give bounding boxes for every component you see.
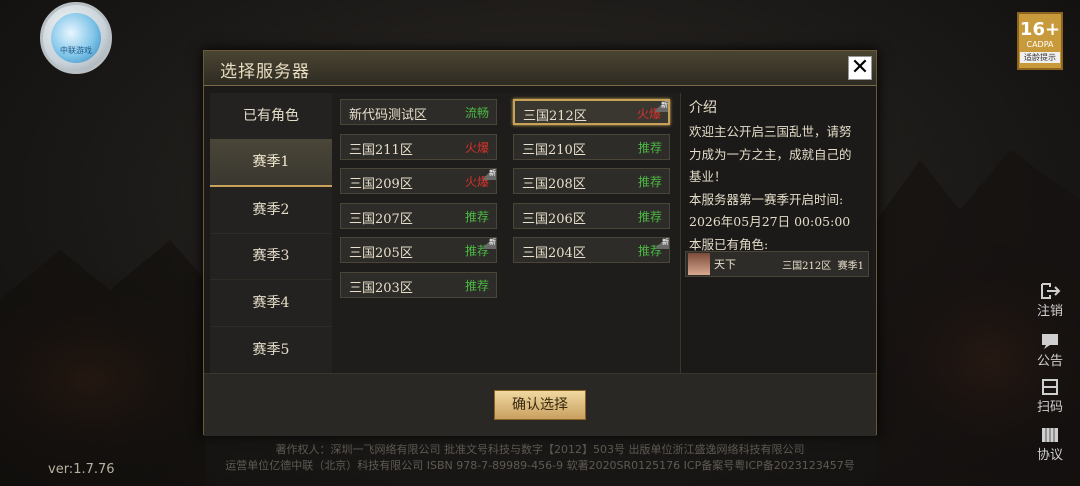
info-line: 本服务器第一赛季开启时间:: [689, 191, 844, 207]
info-line: 2026年05月27日 00:05:00: [689, 214, 851, 229]
character-server: 三国212区 赛季1: [782, 257, 864, 272]
age-rating-badge[interactable]: 16+ CADPA 适龄提示: [1017, 12, 1063, 70]
server-item[interactable]: 三国207区 推荐: [340, 202, 497, 229]
server-item[interactable]: 三国211区 火爆: [340, 133, 497, 160]
server-status: 推荐: [637, 175, 662, 190]
dialog-footer: 确认选择: [204, 373, 876, 436]
tab-season-5[interactable]: 赛季5: [210, 327, 332, 374]
new-tag-icon: 新: [656, 238, 669, 250]
new-tag-icon: 新: [483, 169, 496, 181]
character-server-name: 三国212区: [782, 261, 832, 272]
confirm-button[interactable]: 确认选择: [494, 390, 586, 420]
new-tag-icon: 新: [655, 101, 668, 112]
server-name: 三国212区: [523, 109, 587, 124]
game-logo: 中联游戏: [40, 2, 112, 74]
server-item[interactable]: 三国203区 推荐: [340, 272, 497, 298]
logout-icon: [1041, 283, 1061, 299]
server-status: 推荐: [637, 209, 662, 224]
character-avatar: [688, 253, 710, 275]
tab-existing-roles[interactable]: 已有角色: [210, 93, 332, 140]
copyright-line-1: 著作权人：深圳一飞网络有限公司 批准文号科技与数字【2012】503号 出版单位…: [275, 443, 805, 456]
new-tag-icon: 新: [483, 238, 496, 250]
age-rating-value: 16+: [1019, 19, 1061, 40]
tab-season-2[interactable]: 赛季2: [210, 187, 332, 234]
info-line: 欢迎主公开启三国乱世，请努: [689, 124, 852, 139]
dialog-title: 选择服务器: [220, 62, 310, 82]
info-description: 欢迎主公开启三国乱世，请努 力成为一方之主，成就自己的 基业！ 本服务器第一赛季…: [689, 121, 869, 256]
server-name: 三国211区: [349, 142, 413, 158]
notice-label: 公告: [1036, 354, 1063, 369]
server-name: 三国210区: [522, 142, 586, 158]
server-name: 三国203区: [349, 281, 413, 296]
server-grid: 新代码测试区 流畅 三国211区 火爆 三国209区 火爆新三国207区 推荐 三国205区推…: [332, 93, 680, 373]
server-status: 推荐: [637, 140, 662, 155]
server-name: 新代码测试区: [349, 108, 428, 123]
server-name: 三国209区: [349, 177, 413, 193]
scan-icon: [1042, 379, 1058, 395]
server-select-dialog: 选择服务器 ✕ 已有角色 赛季1 赛季2 赛季3 赛季4 赛季5 新代码测试区 流…: [203, 50, 877, 436]
character-name: 天下: [714, 258, 736, 271]
character-season: 赛季1: [837, 261, 864, 272]
server-name: 三国205区: [349, 246, 413, 262]
season-tab-list: 已有角色 赛季1 赛季2 赛季3 赛季4 赛季5: [210, 93, 333, 374]
server-name: 三国206区: [522, 211, 586, 227]
info-title: 介绍: [689, 100, 717, 116]
server-item[interactable]: 三国204区 推荐新: [513, 237, 670, 264]
server-name: 三国204区: [522, 246, 586, 262]
logo-text: 中联游戏: [60, 46, 92, 55]
tab-season-1[interactable]: 赛季1: [210, 139, 332, 187]
age-rating-org: CADPA: [1026, 40, 1054, 49]
dialog-header: 选择服务器 ✕: [204, 51, 876, 86]
server-status: 推荐: [464, 279, 489, 293]
server-item[interactable]: 三国209区 火爆新: [340, 168, 497, 195]
server-item[interactable]: 三国212区 火爆新: [513, 99, 670, 125]
info-line: 基业！: [689, 169, 727, 184]
tab-season-3[interactable]: 赛季3: [210, 233, 332, 280]
server-item[interactable]: 三国206区 推荐: [513, 202, 670, 229]
scan-button[interactable]: 扫码: [1030, 378, 1070, 415]
notice-button[interactable]: 公告: [1030, 332, 1070, 369]
existing-character-row[interactable]: 天下 三国212区 赛季1: [685, 251, 869, 277]
close-icon: ✕: [850, 55, 870, 80]
server-status: 火爆: [464, 140, 489, 155]
server-status: 推荐: [464, 209, 489, 224]
logout-button[interactable]: 注销: [1030, 282, 1070, 319]
logout-label: 注销: [1036, 304, 1063, 319]
server-status: 流畅: [464, 106, 489, 120]
scan-label: 扫码: [1036, 400, 1063, 415]
age-rating-tip: 适龄提示: [1020, 52, 1060, 63]
server-item[interactable]: 新代码测试区 流畅: [340, 99, 497, 125]
tab-season-4[interactable]: 赛季4: [210, 280, 332, 327]
server-info-panel: 介绍 欢迎主公开启三国乱世，请努 力成为一方之主，成就自己的 基业！ 本服务器第…: [680, 93, 875, 373]
server-item[interactable]: 三国208区 推荐: [513, 168, 670, 195]
server-item[interactable]: 三国210区 推荐: [513, 133, 670, 160]
copyright-line-2: 运营单位亿德中联（北京）科技有限公司 ISBN 978-7-89989-456-…: [225, 459, 855, 472]
server-name: 三国207区: [349, 211, 413, 227]
notice-icon: [1042, 334, 1058, 349]
close-button[interactable]: ✕: [848, 56, 872, 80]
server-name: 三国208区: [522, 177, 586, 193]
info-line: 力成为一方之主，成就自己的: [689, 146, 852, 162]
server-item[interactable]: 三国205区 推荐新: [340, 237, 497, 264]
